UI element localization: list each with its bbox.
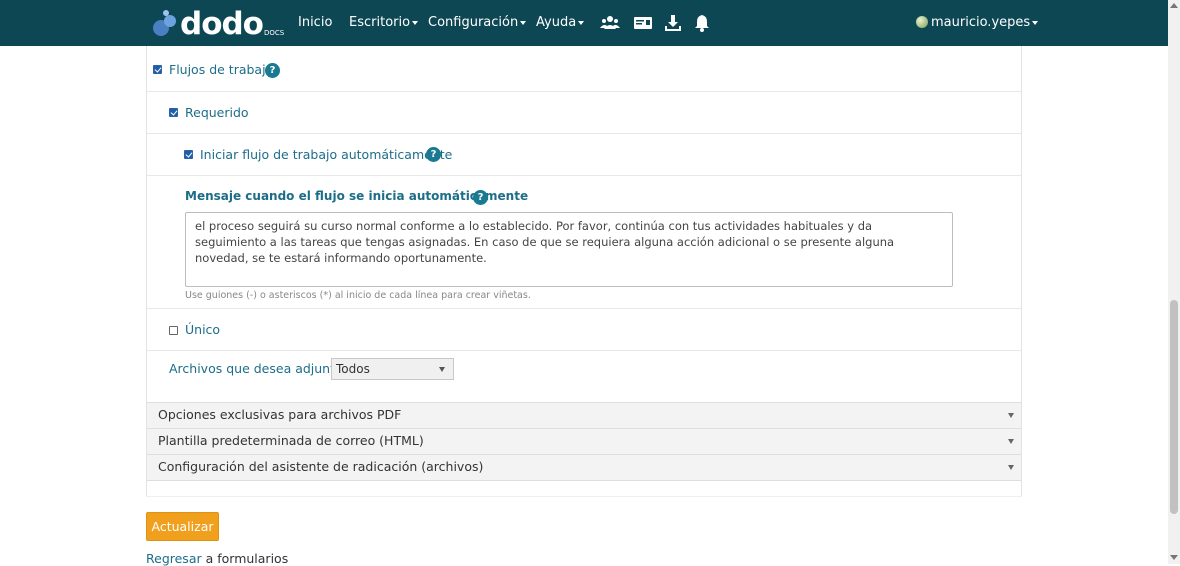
nav-ayuda[interactable]: Ayuda	[536, 0, 585, 46]
chevron-down-icon	[439, 367, 445, 372]
update-button[interactable]: Actualizar	[146, 512, 219, 541]
user-menu[interactable]: mauricio.yepes	[916, 0, 1039, 46]
avatar	[916, 16, 928, 28]
attachments-select-value: Todos	[336, 362, 370, 376]
accordion-pdf-options[interactable]: Opciones exclusivas para archivos PDF	[147, 402, 1021, 428]
help-icon[interactable]: ?	[426, 147, 441, 162]
accordion-filing-assistant[interactable]: Configuración del asistente de radicació…	[147, 454, 1021, 481]
id-card-icon[interactable]	[633, 13, 653, 33]
nav-ayuda-label: Ayuda	[536, 15, 577, 30]
unique-row: Único	[147, 309, 1021, 351]
divider	[146, 496, 1022, 497]
help-icon[interactable]: ?	[265, 63, 280, 78]
chevron-down-icon	[578, 20, 585, 25]
help-icon[interactable]: ?	[473, 190, 488, 205]
chevron-down-icon	[1008, 465, 1014, 470]
form-settings-panel: Flujos de trabajo ? Requerido Iniciar fl…	[146, 46, 1022, 496]
scroll-down-arrow-icon[interactable]	[1170, 555, 1178, 560]
accordion-filing-assistant-label: Configuración del asistente de radicació…	[158, 459, 484, 474]
workflows-row: Flujos de trabajo ?	[147, 46, 1021, 92]
accordion-email-template[interactable]: Plantilla predeterminada de correo (HTML…	[147, 428, 1021, 454]
attachments-row: Archivos que desea adjuntar	[147, 351, 1021, 402]
logo-text: dodo	[180, 6, 264, 42]
bell-icon[interactable]	[692, 13, 712, 33]
scroll-thumb[interactable]	[1170, 300, 1178, 514]
page-scrollbar[interactable]	[1168, 0, 1180, 564]
required-label[interactable]: Requerido	[185, 105, 249, 120]
chevron-down-icon	[1032, 20, 1039, 25]
unique-checkbox[interactable]	[169, 326, 178, 335]
workflows-checkbox[interactable]	[153, 65, 162, 74]
auto-start-label[interactable]: Iniciar flujo de trabajo automáticamente	[200, 147, 452, 162]
chevron-down-icon	[412, 20, 419, 25]
top-navbar: dodo DOCS Inicio Escritorio Configuració…	[0, 0, 1168, 46]
required-row: Requerido	[147, 92, 1021, 134]
attachments-label: Archivos que desea adjuntar	[169, 361, 348, 376]
message-hint: Use guiones (-) o asteriscos (*) al inic…	[185, 290, 531, 301]
required-checkbox[interactable]	[169, 108, 178, 117]
logo-mark-icon	[153, 10, 176, 36]
nav-inicio[interactable]: Inicio	[298, 0, 332, 46]
nav-configuracion[interactable]: Configuración	[428, 0, 527, 46]
attachments-select[interactable]: Todos	[331, 358, 454, 380]
auto-start-row: Iniciar flujo de trabajo automáticamente…	[147, 134, 1021, 176]
unique-label[interactable]: Único	[185, 322, 220, 337]
chevron-down-icon	[520, 20, 527, 25]
users-icon[interactable]	[600, 13, 620, 33]
chevron-down-icon	[1008, 413, 1014, 418]
nav-inicio-label: Inicio	[298, 15, 333, 30]
auto-start-checkbox[interactable]	[184, 150, 193, 159]
chevron-down-icon	[1008, 439, 1014, 444]
dodo-logo[interactable]: dodo DOCS	[152, 7, 284, 41]
workflows-label[interactable]: Flujos de trabajo	[169, 62, 273, 77]
nav-escritorio-label: Escritorio	[349, 15, 411, 30]
message-textarea[interactable]: el proceso seguirá su curso normal confo…	[185, 212, 953, 287]
user-name: mauricio.yepes	[931, 15, 1031, 30]
logo-subtext: DOCS	[263, 29, 285, 37]
accordion-email-template-label: Plantilla predeterminada de correo (HTML…	[158, 433, 424, 448]
download-icon[interactable]	[663, 13, 683, 33]
accordion-pdf-options-label: Opciones exclusivas para archivos PDF	[158, 407, 402, 422]
scroll-up-arrow-icon[interactable]	[1170, 3, 1178, 8]
nav-configuracion-label: Configuración	[428, 15, 519, 30]
nav-escritorio[interactable]: Escritorio	[349, 0, 419, 46]
